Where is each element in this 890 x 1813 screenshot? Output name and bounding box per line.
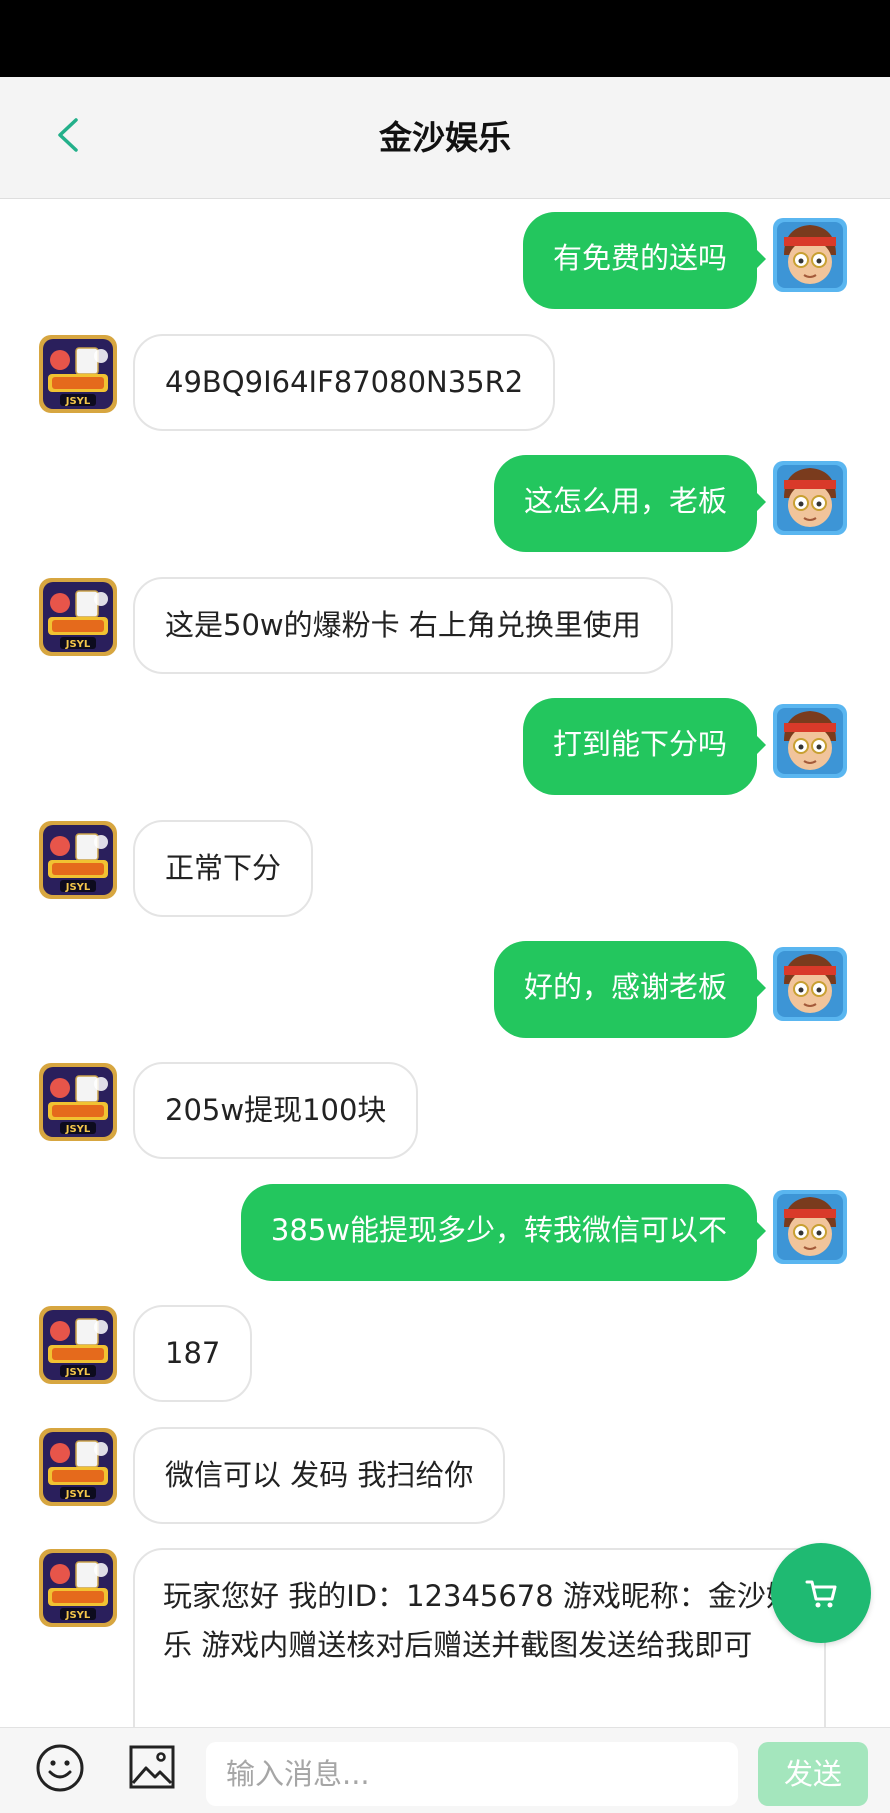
incoming-message-bubble: 玩家您好 我的ID：12345678 游戏昵称：金沙娱乐 游戏内赠送核对后赠送并… — [133, 1548, 826, 1727]
incoming-message-bubble: 187 — [133, 1305, 253, 1402]
incoming-message-bubble: 49BQ9I64IF87080N35R2 — [133, 334, 556, 431]
outgoing-message-bubble: 好的，感谢老板 — [493, 941, 767, 1038]
cart-button[interactable] — [771, 1543, 871, 1643]
message-row: 有免费的送吗 — [0, 212, 890, 312]
user-avatar[interactable] — [770, 215, 850, 295]
shop-avatar[interactable]: JSYL — [38, 1548, 118, 1628]
message-row: 385w能提现多少，转我微信可以不 — [0, 1184, 890, 1284]
svg-text:JSYL: JSYL — [65, 639, 91, 650]
shop-avatar[interactable]: JSYL — [38, 820, 118, 900]
shop-avatar[interactable]: JSYL — [38, 577, 118, 657]
message-row: JSYL 49BQ9I64IF87080N35R2 — [0, 334, 890, 434]
svg-text:JSYL: JSYL — [65, 1367, 91, 1378]
incoming-message-bubble: 这是50w的爆粉卡 右上角兑换里使用 — [133, 577, 673, 674]
message-row: JSYL 这是50w的爆粉卡 右上角兑换里使用 — [0, 577, 890, 677]
image-icon — [129, 1745, 175, 1789]
svg-text:JSYL: JSYL — [65, 1489, 91, 1500]
smiley-icon — [36, 1744, 84, 1792]
message-row: JSYL 玩家您好 我的ID：12345678 游戏昵称：金沙娱乐 游戏内赠送核… — [0, 1548, 890, 1727]
cart-icon — [805, 1580, 837, 1608]
outgoing-message-bubble: 这怎么用，老板 — [493, 455, 767, 552]
message-input-bar: 发送 — [0, 1727, 890, 1813]
emoji-button[interactable] — [34, 1742, 86, 1794]
status-bar — [0, 0, 890, 77]
message-row: 打到能下分吗 — [0, 698, 890, 798]
send-button[interactable]: 发送 — [758, 1742, 868, 1806]
message-row: JSYL 205w提现100块 — [0, 1062, 890, 1162]
chat-header: 金沙娱乐 — [0, 77, 890, 199]
svg-text:JSYL: JSYL — [65, 1124, 91, 1135]
outgoing-message-bubble: 打到能下分吗 — [522, 698, 767, 795]
message-row: 好的，感谢老板 — [0, 941, 890, 1041]
shop-avatar[interactable]: JSYL — [38, 1062, 118, 1142]
image-button[interactable] — [127, 1742, 177, 1792]
outgoing-message-bubble: 385w能提现多少，转我微信可以不 — [240, 1184, 767, 1281]
user-avatar[interactable] — [770, 458, 850, 538]
svg-text:JSYL: JSYL — [65, 1610, 91, 1621]
message-row: JSYL 正常下分 — [0, 820, 890, 920]
user-avatar[interactable] — [770, 1187, 850, 1267]
user-avatar[interactable] — [770, 701, 850, 781]
outgoing-message-bubble: 有免费的送吗 — [522, 212, 767, 309]
incoming-message-bubble: 205w提现100块 — [133, 1062, 419, 1159]
incoming-message-bubble: 微信可以 发码 我扫给你 — [133, 1427, 506, 1524]
chat-message-list[interactable]: 有免费的送吗 JSYL 49BQ9I64IF87080N35R2 这怎么用，老板… — [0, 200, 890, 1727]
page-title: 金沙娱乐 — [379, 118, 511, 157]
shop-avatar[interactable]: JSYL — [38, 334, 118, 414]
svg-text:JSYL: JSYL — [65, 396, 91, 407]
shop-avatar[interactable]: JSYL — [38, 1427, 118, 1507]
shop-avatar[interactable]: JSYL — [38, 1305, 118, 1385]
message-row: 这怎么用，老板 — [0, 455, 890, 555]
user-avatar[interactable] — [770, 944, 850, 1024]
svg-text:JSYL: JSYL — [65, 882, 91, 893]
message-input[interactable] — [206, 1742, 738, 1806]
message-row: JSYL 187 — [0, 1305, 890, 1405]
incoming-message-bubble: 正常下分 — [133, 820, 314, 917]
message-row: JSYL 微信可以 发码 我扫给你 — [0, 1427, 890, 1527]
